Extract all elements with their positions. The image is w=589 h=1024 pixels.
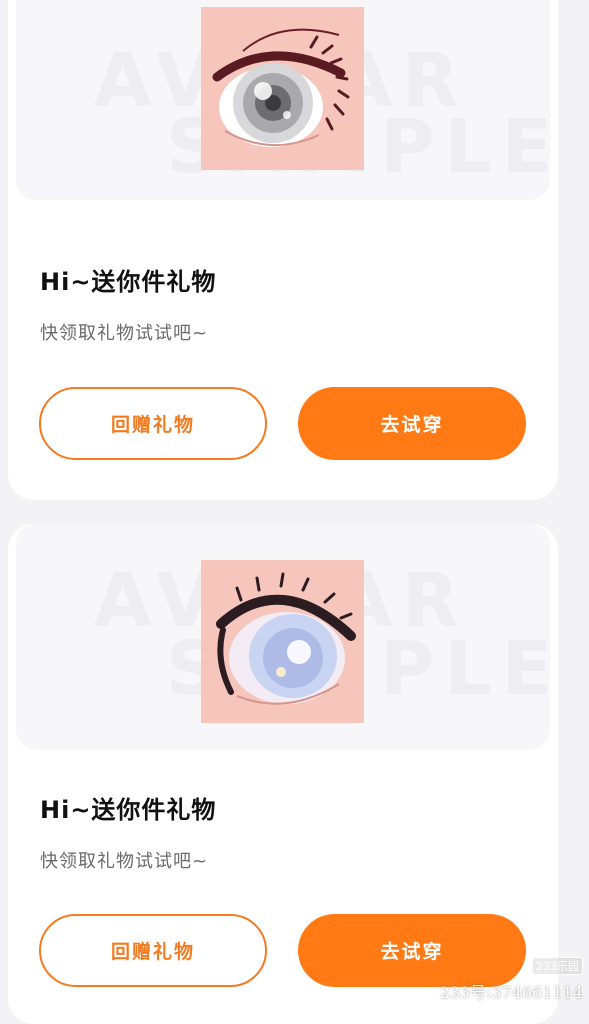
site-user-id: 233号:374661114: [439, 983, 583, 1002]
anime-eye-grey-icon: [201, 7, 364, 170]
return-gift-button[interactable]: 回赠礼物: [39, 914, 267, 987]
gift-card: AVATAR SAMPLE Hi~送你件礼物 快领取礼物试试吧~ 回赠礼物 去试…: [8, 0, 558, 500]
gift-title: Hi~送你件礼物: [40, 796, 217, 824]
gift-title: Hi~送你件礼物: [40, 268, 217, 296]
site-watermark: 233乐园 233号:374661114: [439, 955, 583, 1003]
return-gift-button[interactable]: 回赠礼物: [39, 387, 267, 460]
site-logo: 233乐园: [532, 957, 583, 975]
try-on-button[interactable]: 去试穿: [298, 387, 526, 460]
gift-subtitle: 快领取礼物试试吧~: [40, 323, 209, 344]
gift-card: AVATAR SAMPLE Hi~送你件礼物 快领取礼物试试吧~ 回赠礼物 去试…: [8, 524, 558, 1024]
gift-subtitle: 快领取礼物试试吧~: [40, 851, 209, 872]
anime-eye-blue-icon: [201, 560, 364, 723]
